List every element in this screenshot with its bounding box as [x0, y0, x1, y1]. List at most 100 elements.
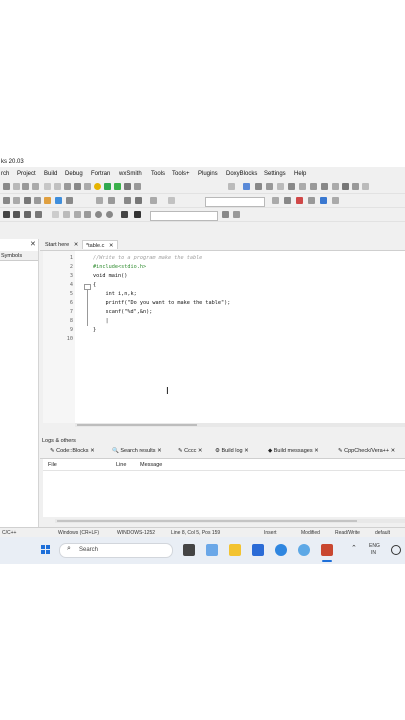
next-icon[interactable] — [284, 197, 291, 204]
step-into-icon[interactable] — [277, 183, 284, 190]
c-tool-icon[interactable] — [134, 211, 141, 218]
comment-icon[interactable] — [124, 197, 131, 204]
prev-icon[interactable] — [272, 197, 279, 204]
horizontal-scrollbar[interactable] — [75, 423, 405, 427]
s-tool-icon[interactable] — [121, 211, 128, 218]
next-bookmark-icon[interactable] — [34, 197, 41, 204]
codeblocks-taskbar-icon[interactable] — [321, 544, 333, 556]
next-instruction-icon[interactable] — [299, 183, 306, 190]
jump-forward-icon[interactable] — [13, 197, 20, 204]
highlight-icon[interactable] — [55, 197, 62, 204]
store-icon[interactable] — [252, 544, 264, 556]
uncomment-icon[interactable] — [135, 197, 142, 204]
function-select[interactable] — [150, 211, 218, 221]
menu-plugins[interactable]: Plugins — [198, 171, 218, 177]
tab-start-here[interactable]: Start here ✕ — [42, 240, 81, 249]
tab-cccc[interactable]: ✎ Cccc ✕ — [178, 448, 203, 454]
new-file-icon[interactable] — [3, 183, 10, 190]
column-message[interactable]: Message — [140, 462, 162, 468]
network-icon[interactable] — [391, 545, 401, 555]
run-to-cursor-icon[interactable] — [255, 183, 262, 190]
match-case-icon[interactable] — [96, 197, 103, 204]
prev-bookmark-icon[interactable] — [24, 197, 31, 204]
replace-icon[interactable] — [74, 183, 81, 190]
format-icon[interactable] — [35, 211, 42, 218]
step-instruction-icon[interactable] — [310, 183, 317, 190]
align-icon[interactable] — [24, 211, 31, 218]
save-all-icon[interactable] — [32, 183, 39, 190]
search-icon[interactable] — [222, 211, 229, 218]
open-icon[interactable] — [13, 183, 20, 190]
close-icon[interactable]: ✕ — [109, 243, 114, 249]
zoom-in-icon[interactable] — [95, 211, 102, 218]
layout-icon[interactable] — [3, 211, 10, 218]
menu-search[interactable]: rch — [1, 171, 9, 177]
column-line[interactable]: Line — [116, 462, 126, 468]
menu-wxsmith[interactable]: wxSmith — [119, 171, 142, 177]
menu-help[interactable]: Help — [294, 171, 306, 177]
box-icon[interactable] — [63, 211, 70, 218]
logs-scrollbar[interactable] — [55, 519, 405, 523]
menu-project[interactable]: Project — [17, 171, 36, 177]
menu-fortran[interactable]: Fortran — [91, 171, 110, 177]
step-out-icon[interactable] — [288, 183, 295, 190]
menu-build[interactable]: Build — [44, 171, 57, 177]
run-icon[interactable] — [104, 183, 111, 190]
jump-back-icon[interactable] — [3, 197, 10, 204]
find-icon[interactable] — [64, 183, 71, 190]
abort-icon[interactable] — [134, 183, 141, 190]
taskbar-search-box[interactable]: ⌕ Search — [59, 543, 173, 558]
scrollbar-thumb[interactable] — [77, 424, 197, 426]
break-icon[interactable] — [321, 183, 328, 190]
tab-build-log[interactable]: ⚙ Build log ✕ — [215, 448, 249, 454]
rebuild-icon[interactable] — [124, 183, 131, 190]
tab-build-messages[interactable]: ◆ Build messages ✕ — [268, 448, 319, 454]
debug-continue-icon[interactable] — [243, 183, 250, 190]
menu-debug[interactable]: Debug — [65, 171, 83, 177]
next-line-icon[interactable] — [266, 183, 273, 190]
task-view-icon[interactable] — [183, 544, 195, 556]
goto-icon[interactable] — [308, 197, 315, 204]
debug-extra-icon[interactable] — [362, 183, 369, 190]
file-explorer-icon[interactable] — [229, 544, 241, 556]
save-icon[interactable] — [22, 183, 29, 190]
close-icon[interactable]: ✕ — [74, 242, 79, 248]
menu-settings[interactable]: Settings — [264, 171, 286, 177]
menu-tools[interactable]: Tools — [151, 171, 165, 177]
tab-table-c[interactable]: *table.c ✕ — [82, 240, 118, 249]
tab-search-results[interactable]: 🔍 Search results ✕ — [112, 448, 162, 454]
close-icon[interactable]: ✕ — [30, 240, 36, 248]
build-icon[interactable] — [94, 183, 101, 190]
column-file[interactable]: File — [48, 462, 57, 468]
panel-icon[interactable] — [84, 211, 91, 218]
cc-toolbar-icon[interactable] — [320, 197, 327, 204]
menu-tools-plus[interactable]: Tools+ — [172, 171, 190, 177]
toggle-comment-icon[interactable] — [150, 197, 157, 204]
various-info-icon[interactable] — [352, 183, 359, 190]
grid-icon[interactable] — [13, 211, 20, 218]
search-toolbar-icon[interactable] — [332, 197, 339, 204]
settings-icon[interactable] — [84, 183, 91, 190]
redo-icon[interactable] — [54, 183, 61, 190]
input-language[interactable]: ENG — [369, 543, 380, 549]
debug-icon[interactable] — [228, 183, 235, 190]
debug-windows-icon[interactable] — [342, 183, 349, 190]
code-editor[interactable]: 1 2 3 4 5 6 7 8 9 10 //Write to a progra… — [43, 251, 405, 427]
stop-debug-icon[interactable] — [332, 183, 339, 190]
undo-icon[interactable] — [44, 183, 51, 190]
tab-codeblocks[interactable]: ✎ Code::Blocks ✕ — [50, 448, 95, 454]
chevron-up-icon[interactable]: ⌃ — [351, 544, 357, 552]
widgets-icon[interactable] — [206, 544, 218, 556]
regex-icon[interactable] — [108, 197, 115, 204]
scrollbar-thumb[interactable] — [57, 520, 357, 522]
code-completion-icon[interactable] — [44, 197, 51, 204]
target-icon[interactable] — [168, 197, 175, 204]
build-run-icon[interactable] — [114, 183, 121, 190]
zoom-out-icon[interactable] — [106, 211, 113, 218]
menu-doxyblocks[interactable]: DoxyBlocks — [226, 171, 257, 177]
tab-symbols[interactable]: Symbols — [1, 253, 22, 259]
chrome-icon[interactable] — [298, 544, 310, 556]
edge-icon[interactable] — [275, 544, 287, 556]
search-options-icon[interactable] — [233, 211, 240, 218]
windows-start-icon[interactable] — [41, 545, 51, 555]
